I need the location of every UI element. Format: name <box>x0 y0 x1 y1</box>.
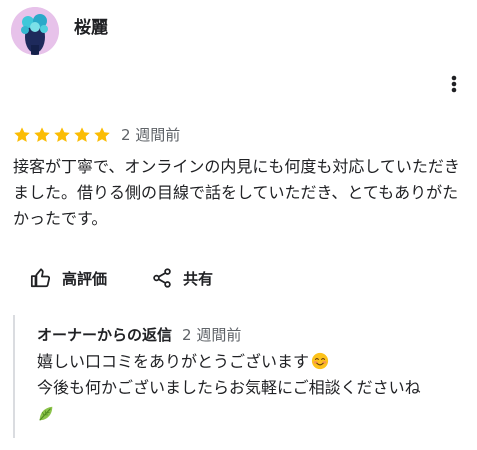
star-icon <box>14 127 30 142</box>
avatar[interactable] <box>11 7 59 55</box>
thumb-up-icon <box>30 268 51 288</box>
like-button[interactable]: 高評価 <box>30 267 107 289</box>
owner-reply-title: オーナーからの返信 <box>37 326 173 344</box>
star-icon <box>34 127 50 142</box>
review-text: 接客が丁寧で、オンラインの内見にも何度も対応していただきました。借りる側の目線で… <box>13 157 460 228</box>
leaf-emoji <box>39 406 53 421</box>
owner-reply-line-2: 今後も何かございましたらお気軽にご相談くださいね <box>37 378 421 397</box>
owner-reply-date: 2 週間前 <box>182 326 242 344</box>
owner-reply-line-1: 嬉しい口コミをありがとうございます <box>37 352 310 371</box>
review-card: 桜麗 2 週間前 接客が丁寧で、オンラインの内見にも何度も対応していただきました… <box>0 0 477 450</box>
owner-reply-text: 嬉しい口コミをありがとうございます 今後も何かございましたらお気軽にご相談くださ… <box>37 349 475 401</box>
owner-reply: オーナーからの返信 2 週間前 嬉しい口コミをありがとうございます 今後も何かご… <box>13 315 477 438</box>
rating-row: 2 週間前 <box>13 125 180 145</box>
star-icon <box>74 127 90 142</box>
share-label: 共有 <box>183 269 214 288</box>
author-name[interactable]: 桜麗 <box>74 17 108 39</box>
share-button[interactable]: 共有 <box>151 267 213 289</box>
smiling-face-emoji <box>311 352 329 370</box>
like-label: 高評価 <box>62 269 108 288</box>
star-icon <box>54 127 70 142</box>
more-options-button[interactable] <box>444 72 464 96</box>
star-rating <box>13 126 111 144</box>
share-icon <box>153 268 171 288</box>
more-vert-icon <box>451 75 457 93</box>
owner-reply-header: オーナーからの返信 2 週間前 <box>37 325 241 345</box>
review-actions: 高評価 共有 <box>30 265 213 291</box>
review-date: 2 週間前 <box>121 126 181 144</box>
star-icon <box>94 127 110 142</box>
